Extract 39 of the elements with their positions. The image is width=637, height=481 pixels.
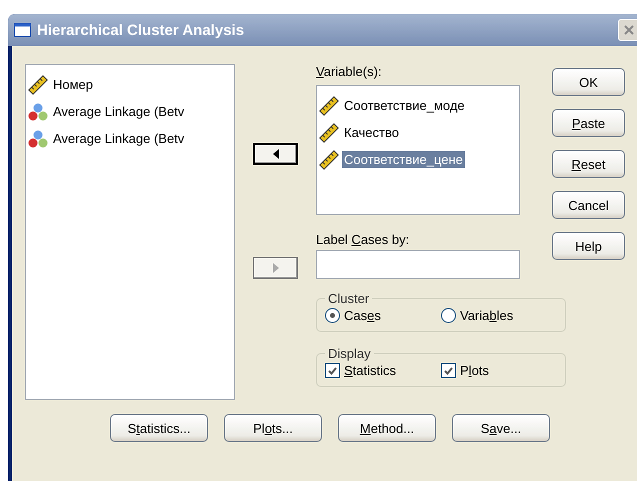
list-item[interactable]: Соответствие_цене — [342, 151, 465, 168]
list-item[interactable]: Качество — [342, 124, 401, 141]
move-button[interactable] — [253, 143, 298, 165]
list-item[interactable]: Номер — [51, 76, 96, 93]
checkbox[interactable] — [441, 363, 456, 378]
left-arrow-icon — [272, 149, 278, 159]
radio-button[interactable] — [441, 308, 456, 323]
radio-option[interactable]: Variables — [441, 308, 557, 323]
dialog-button[interactable]: Reset — [552, 150, 625, 178]
checkbox-option[interactable]: Plots — [441, 363, 557, 378]
list-item[interactable]: Average Linkage (Betv — [51, 103, 186, 120]
window-title: Hierarchical Cluster Analysis — [37, 22, 246, 38]
label-cases-label: Label Cases by: — [316, 232, 410, 247]
options-button[interactable]: Statistics... — [110, 414, 208, 442]
close-button[interactable] — [618, 19, 637, 41]
label-cases-field[interactable] — [316, 250, 520, 279]
radio-option[interactable]: Cases — [325, 308, 441, 323]
window-icon — [14, 23, 31, 37]
dialog-button[interactable]: Paste — [552, 109, 625, 137]
options-button[interactable]: Save... — [452, 414, 550, 442]
check-icon — [328, 366, 337, 374]
check-icon — [444, 366, 453, 374]
radio-button[interactable] — [325, 308, 340, 323]
list-item[interactable]: Average Linkage (Betv — [51, 130, 186, 147]
close-icon — [624, 25, 634, 35]
balls-icon — [28, 102, 48, 122]
options-button[interactable]: Method... — [338, 414, 436, 442]
group-title: Display — [327, 346, 372, 361]
group-title: Cluster — [327, 291, 370, 306]
list-item[interactable]: Соответствие_моде — [342, 97, 467, 114]
balls-icon — [28, 128, 48, 148]
checkbox-option[interactable]: Statistics — [325, 363, 441, 378]
checkbox[interactable] — [325, 363, 340, 378]
dialog-button[interactable]: OK — [552, 68, 625, 96]
right-arrow-icon — [272, 263, 278, 273]
dialog-button[interactable]: Cancel — [552, 191, 625, 219]
options-button[interactable]: Plots... — [224, 414, 322, 442]
dialog-button[interactable]: Help — [552, 232, 625, 260]
variables-label: Variable(s): — [316, 64, 383, 79]
